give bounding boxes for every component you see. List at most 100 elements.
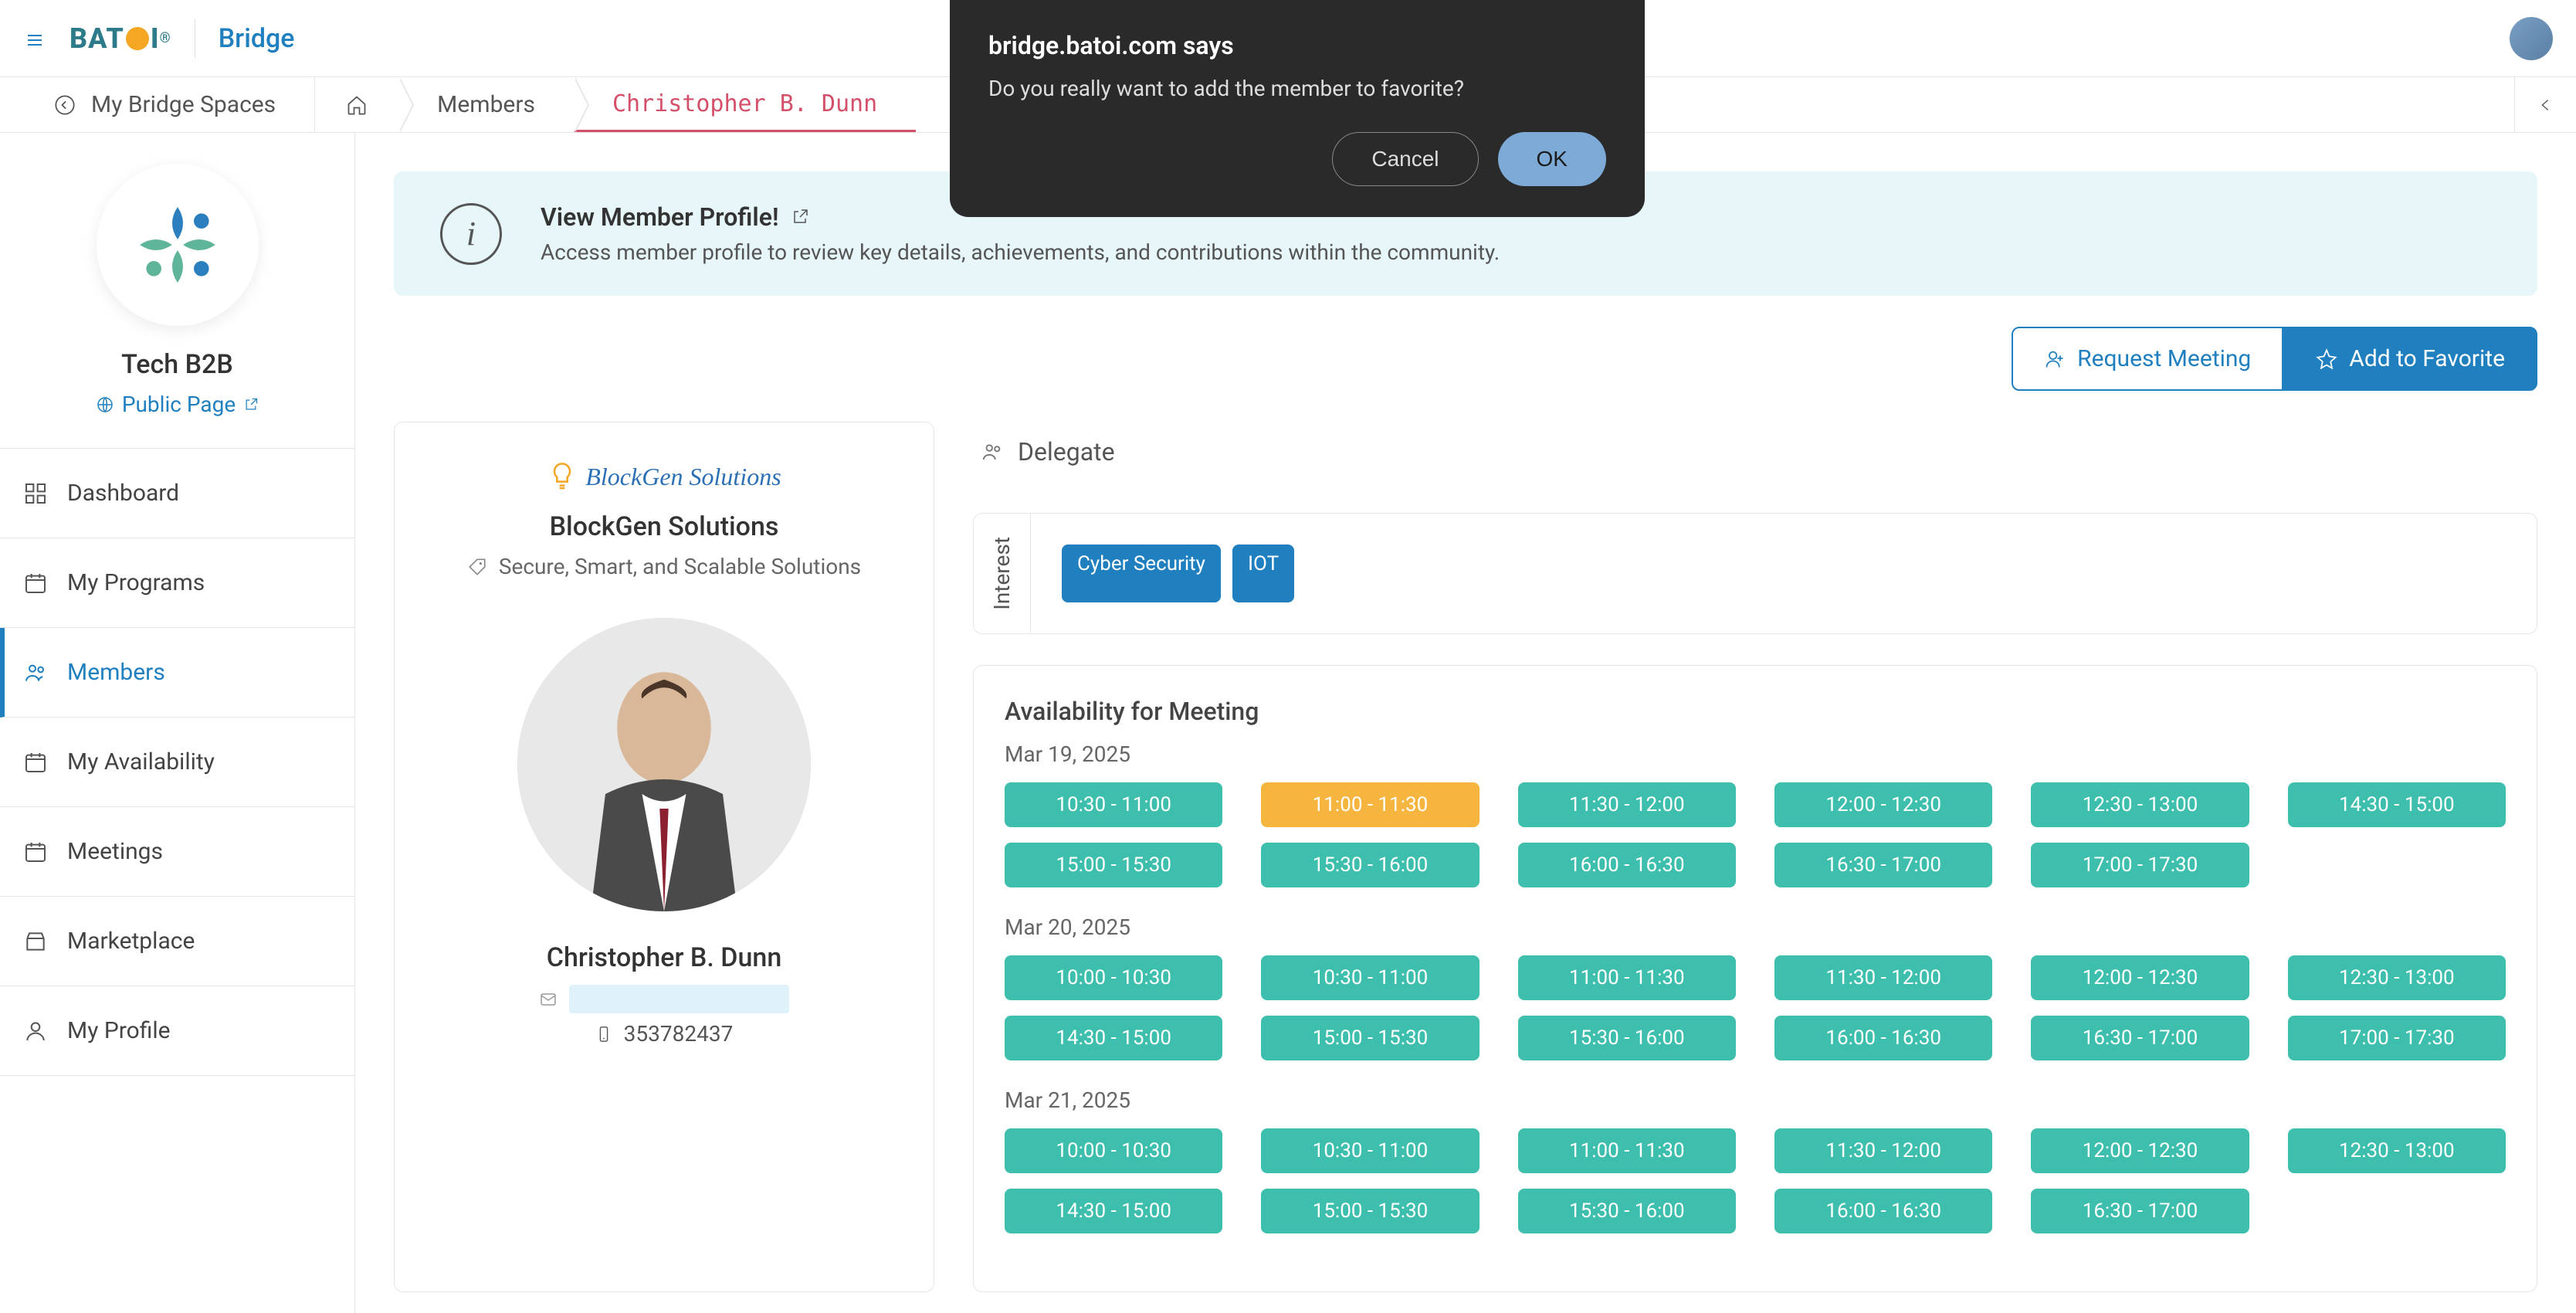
time-slot[interactable]: 16:00 - 16:30	[1774, 1016, 1992, 1060]
time-slot[interactable]: 12:30 - 13:00	[2031, 782, 2249, 827]
tag-cyber-security: Cyber Security	[1062, 545, 1221, 602]
external-link-icon	[243, 397, 259, 412]
member-photo	[517, 618, 811, 911]
breadcrumb-collapse[interactable]	[2514, 77, 2576, 132]
main: Tech B2B Public Page Dashboard My Progra…	[0, 133, 2576, 1313]
sidebar-item-label: Meetings	[67, 838, 163, 865]
sidebar-item-dashboard[interactable]: Dashboard	[0, 449, 354, 538]
sidebar-item-programs[interactable]: My Programs	[0, 538, 354, 628]
arrow-left-icon	[54, 94, 76, 116]
time-slot[interactable]: 14:30 - 15:00	[2288, 782, 2506, 827]
cancel-button[interactable]: Cancel	[1332, 132, 1478, 186]
time-slot[interactable]: 11:30 - 12:00	[1774, 1128, 1992, 1173]
breadcrumb-back[interactable]: My Bridge Spaces	[0, 77, 315, 132]
confirm-dialog: bridge.batoi.com says Do you really want…	[950, 0, 1645, 217]
time-slot[interactable]: 11:00 - 11:30	[1518, 955, 1736, 1000]
meetings-icon	[23, 840, 48, 864]
interest-box: Interest Cyber Security IOT	[973, 513, 2537, 634]
user-plus-icon	[2044, 348, 2066, 370]
time-slot[interactable]: 12:00 - 12:30	[2031, 1128, 2249, 1173]
time-slot[interactable]: 16:30 - 17:00	[2031, 1189, 2249, 1233]
company-name: BlockGen Solutions	[550, 511, 779, 542]
time-slot[interactable]: 15:30 - 16:00	[1518, 1016, 1736, 1060]
time-slot[interactable]: 11:00 - 11:30	[1261, 782, 1479, 827]
tag-iot: IOT	[1232, 545, 1294, 602]
time-slot[interactable]: 17:00 - 17:30	[2288, 1016, 2506, 1060]
slots-grid: 10:00 - 10:30 10:30 - 11:00 11:00 - 11:30 1…	[1005, 1128, 2506, 1233]
actions-row: Request Meeting Add to Favorite	[394, 327, 2537, 391]
date-label: Mar 20, 2025	[1005, 914, 2506, 940]
chevron-left-icon	[2537, 97, 2554, 114]
sidebar: Tech B2B Public Page Dashboard My Progra…	[0, 133, 355, 1313]
email-hidden: hidden	[569, 985, 788, 1013]
breadcrumb-back-label: My Bridge Spaces	[91, 91, 276, 118]
time-slot[interactable]: 10:00 - 10:30	[1005, 1128, 1222, 1173]
member-name: Christopher B. Dunn	[547, 942, 782, 973]
slots-grid: 10:00 - 10:30 10:30 - 11:00 11:00 - 11:30 1…	[1005, 955, 2506, 1060]
time-slot[interactable]: 10:00 - 10:30	[1005, 955, 1222, 1000]
time-slot[interactable]: 15:30 - 16:00	[1261, 843, 1479, 887]
breadcrumb-members[interactable]: Members	[398, 77, 574, 132]
time-slot[interactable]: 12:00 - 12:30	[1774, 782, 1992, 827]
sidebar-item-members[interactable]: Members	[0, 628, 354, 718]
org-name: Tech B2B	[121, 349, 233, 380]
delegate-row: Delegate	[973, 422, 2537, 482]
star-icon	[2316, 348, 2337, 370]
header-left: BATI® Bridge	[23, 19, 295, 58]
time-slot[interactable]: 12:00 - 12:30	[2031, 955, 2249, 1000]
sidebar-item-profile[interactable]: My Profile	[0, 986, 354, 1076]
availability-title: Availability for Meeting	[1005, 697, 2506, 726]
time-slot[interactable]: 15:00 - 15:30	[1261, 1016, 1479, 1060]
time-slot[interactable]: 15:00 - 15:30	[1005, 843, 1222, 887]
sidebar-item-marketplace[interactable]: Marketplace	[0, 897, 354, 986]
time-slot[interactable]: 11:00 - 11:30	[1518, 1128, 1736, 1173]
sidebar-item-label: Marketplace	[67, 928, 195, 955]
time-slot[interactable]: 10:30 - 11:00	[1261, 955, 1479, 1000]
logo[interactable]: BATI®	[69, 22, 171, 55]
member-card: BlockGen Solutions BlockGen Solutions Se…	[394, 422, 934, 1292]
right-section: Delegate Interest Cyber Security IOT Ava…	[973, 422, 2537, 1292]
time-slot[interactable]: 16:30 - 17:00	[2031, 1016, 2249, 1060]
email-line: hidden	[539, 985, 788, 1013]
hamburger-icon[interactable]	[23, 29, 46, 48]
nav-items: Dashboard My Programs Members My Availab…	[0, 449, 354, 1076]
dialog-actions: Cancel OK	[988, 132, 1606, 186]
tag-icon	[467, 557, 487, 577]
external-link-icon[interactable]	[791, 208, 809, 226]
time-slot[interactable]: 10:30 - 11:00	[1005, 782, 1222, 827]
time-slot[interactable]: 15:30 - 16:00	[1518, 1189, 1736, 1233]
sidebar-top: Tech B2B Public Page	[0, 133, 354, 449]
time-slot[interactable]: 12:30 - 13:00	[2288, 1128, 2506, 1173]
time-slot[interactable]: 11:30 - 12:00	[1518, 782, 1736, 827]
calendar-icon	[23, 571, 48, 595]
time-slot[interactable]: 14:30 - 15:00	[1005, 1189, 1222, 1233]
panels: BlockGen Solutions BlockGen Solutions Se…	[394, 422, 2537, 1292]
sidebar-item-label: My Programs	[67, 569, 205, 596]
bridge-label[interactable]: Bridge	[219, 23, 295, 54]
sidebar-item-meetings[interactable]: Meetings	[0, 807, 354, 897]
dialog-title: bridge.batoi.com says	[988, 31, 1606, 60]
request-meeting-button[interactable]: Request Meeting	[2012, 327, 2283, 391]
ok-button[interactable]: OK	[1498, 132, 1606, 186]
time-slot[interactable]: 11:30 - 12:00	[1774, 955, 1992, 1000]
availability-box: Availability for Meeting Mar 19, 202510:…	[973, 665, 2537, 1292]
sidebar-item-availability[interactable]: My Availability	[0, 718, 354, 807]
add-favorite-button[interactable]: Add to Favorite	[2283, 327, 2537, 391]
time-slot[interactable]: 16:00 - 16:30	[1518, 843, 1736, 887]
dialog-body: Do you really want to add the member to …	[988, 76, 1606, 101]
public-page-link[interactable]: Public Page	[96, 392, 259, 417]
time-slot[interactable]: 16:00 - 16:30	[1774, 1189, 1992, 1233]
time-slot[interactable]: 10:30 - 11:00	[1261, 1128, 1479, 1173]
bulb-icon	[547, 461, 578, 492]
time-slot[interactable]: 15:00 - 15:30	[1261, 1189, 1479, 1233]
sidebar-item-label: Dashboard	[67, 480, 179, 507]
time-slot[interactable]: 17:00 - 17:30	[2031, 843, 2249, 887]
time-slot[interactable]: 16:30 - 17:00	[1774, 843, 1992, 887]
avatar[interactable]	[2510, 17, 2553, 60]
org-logo	[97, 164, 259, 326]
calendar-check-icon	[23, 750, 48, 775]
time-slot[interactable]: 12:30 - 13:00	[2288, 955, 2506, 1000]
breadcrumb-home[interactable]	[315, 77, 398, 132]
time-slot[interactable]: 14:30 - 15:00	[1005, 1016, 1222, 1060]
sidebar-item-label: My Profile	[67, 1017, 171, 1044]
